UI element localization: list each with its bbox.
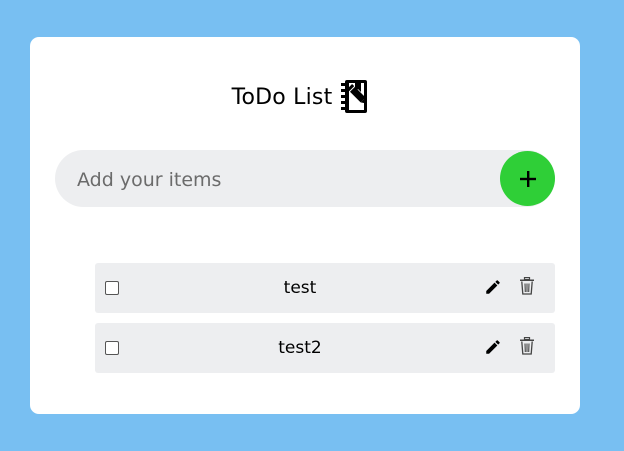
todo-list: test test2 [95,263,555,383]
trash-icon[interactable] [519,276,535,295]
todo-card: ToDo List Add your items test test2 [30,37,580,414]
item-checkbox[interactable] [105,341,119,355]
pencil-icon[interactable] [484,278,502,296]
header: ToDo List [30,77,580,117]
plus-icon [519,170,536,187]
item-text: test2 [278,338,322,358]
item-checkbox[interactable] [105,281,119,295]
list-item: test2 [95,323,555,373]
add-item-bar [55,150,555,209]
list-item: test [95,263,555,313]
page-title: ToDo List [231,84,333,110]
add-item-button[interactable] [500,151,555,206]
trash-icon[interactable] [519,336,535,355]
add-item-input[interactable] [75,150,499,209]
notebook-edit-icon [338,77,378,117]
pencil-icon[interactable] [484,338,502,356]
item-text: test [283,278,317,298]
